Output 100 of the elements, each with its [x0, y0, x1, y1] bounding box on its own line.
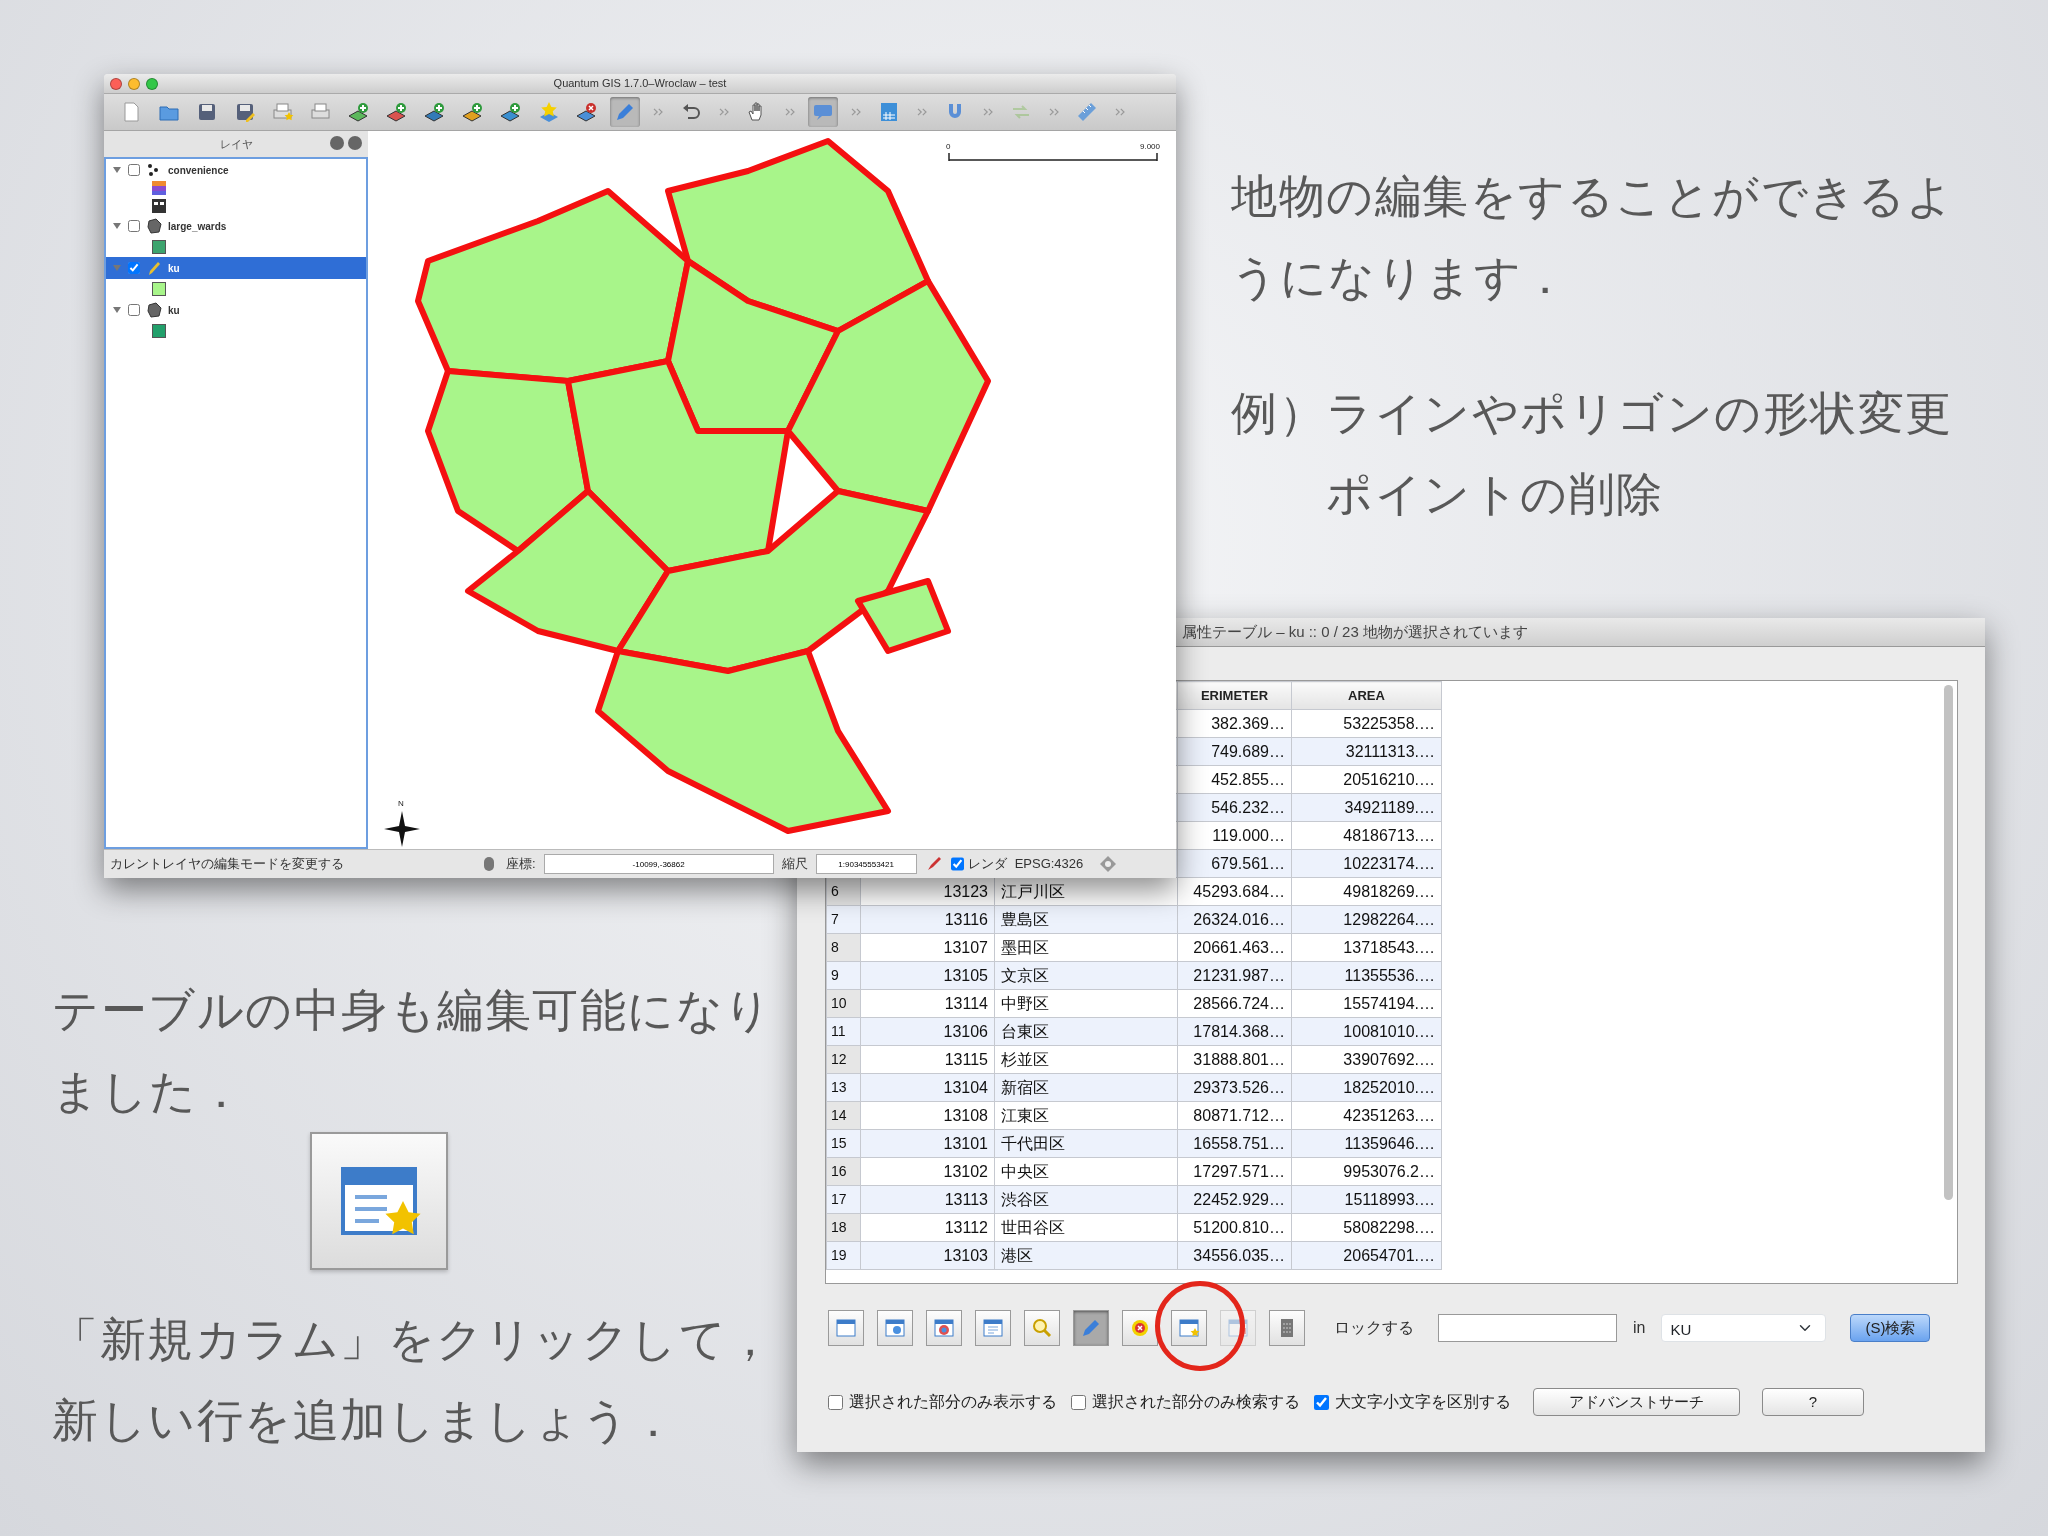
layer-row[interactable]: large_wards	[106, 215, 366, 237]
option-label: 大文字小文字を区別する	[1335, 1392, 1511, 1412]
scale-label: 0	[946, 143, 951, 151]
new-column-button[interactable]	[1171, 1310, 1207, 1346]
invert-selection-button[interactable]	[926, 1310, 962, 1346]
layer-plus-icon	[347, 100, 371, 124]
table-cell: 13104	[860, 1073, 995, 1102]
table-cell: 中央区	[994, 1157, 1178, 1186]
scrollbar[interactable]	[1944, 685, 1953, 1200]
option-label: 選択された部分のみ検索する	[1092, 1392, 1300, 1412]
table-cell: 48186713.…	[1291, 821, 1442, 850]
delete-button[interactable]	[1122, 1310, 1158, 1346]
table-cell: 世田谷区	[994, 1213, 1178, 1242]
table-cell: 20654701.…	[1291, 1241, 1442, 1270]
help-button[interactable]: ?	[1762, 1388, 1864, 1416]
table-cell: 11355536.…	[1291, 961, 1442, 990]
table-cell: 13116	[860, 905, 995, 934]
table-cell: 文京区	[994, 961, 1178, 990]
layer-name: ku	[168, 261, 180, 276]
row-number: 14	[826, 1101, 861, 1130]
layer-plus-icon	[423, 100, 447, 124]
caret-icon[interactable]	[112, 305, 122, 315]
checkbox[interactable]	[128, 164, 140, 176]
layer-plus-icon	[385, 100, 409, 124]
table-cell: 34556.035…	[1177, 1241, 1292, 1270]
zoom-button[interactable]	[146, 77, 158, 90]
checkbox[interactable]	[128, 220, 140, 232]
table-cell: 杉並区	[994, 1045, 1178, 1074]
window-icon	[981, 1316, 1005, 1340]
search-field[interactable]	[1438, 1314, 1617, 1342]
layer-name: large_wards	[168, 219, 227, 234]
minimize-button[interactable]	[128, 77, 140, 90]
field-select[interactable]: KU	[1661, 1314, 1827, 1342]
table-cell: 千代田区	[994, 1129, 1178, 1158]
column-header[interactable]: AREA	[1291, 681, 1442, 710]
table-cell: 13102	[860, 1157, 995, 1186]
search-button[interactable]: (S)検索	[1850, 1314, 1931, 1342]
layer-row[interactable]: convenience	[106, 159, 366, 181]
row-number: 18	[826, 1213, 861, 1242]
table-cell: 13113	[860, 1185, 995, 1214]
table-cell: 13123	[860, 877, 995, 906]
table-cell: 墨田区	[994, 933, 1178, 962]
crs-icon[interactable]	[1099, 855, 1118, 873]
copy-button[interactable]	[975, 1310, 1011, 1346]
table-cell: 13108	[860, 1101, 995, 1130]
close-button[interactable]	[348, 136, 362, 150]
table-cell: 13107	[860, 933, 995, 962]
calculator-button[interactable]	[1269, 1310, 1305, 1346]
option-label: 選択された部分のみ表示する	[849, 1392, 1057, 1412]
table-cell: 18252010.…	[1291, 1073, 1442, 1102]
table-cell: 119.000…	[1177, 821, 1292, 850]
caret-icon[interactable]	[112, 221, 122, 231]
coordinate-field[interactable]: -10099,-36862	[543, 854, 774, 874]
table-cell: 28566.724…	[1177, 989, 1292, 1018]
float-button[interactable]	[330, 136, 344, 150]
table-cell: 53225358.…	[1291, 709, 1442, 738]
table-cell: 台東区	[994, 1017, 1178, 1046]
table-cell: 17814.368…	[1177, 1017, 1292, 1046]
table-cell: 13106	[860, 1017, 995, 1046]
table-cell: 80871.712…	[1177, 1101, 1292, 1130]
deselect-button[interactable]	[828, 1310, 864, 1346]
table-cell: 32111313.…	[1291, 737, 1442, 766]
close-button[interactable]	[110, 77, 122, 90]
table-cell: 45293.684…	[1177, 877, 1292, 906]
magnifier-icon	[1030, 1316, 1054, 1340]
table-cell: 51200.810…	[1177, 1213, 1292, 1242]
table-cell: 546.232…	[1177, 793, 1292, 822]
panel-title: レイヤ	[219, 136, 253, 152]
table-cell: 33907692.…	[1291, 1045, 1442, 1074]
checkbox[interactable]	[128, 262, 140, 274]
checkbox[interactable]	[128, 304, 140, 316]
crs-label: EPSG:4326	[1014, 855, 1084, 874]
window-globe-icon	[932, 1316, 956, 1340]
checkbox[interactable]	[1071, 1394, 1086, 1410]
table-cell: 中野区	[994, 989, 1178, 1018]
scale-label: 9.000	[1139, 143, 1160, 151]
layer-plus-icon	[499, 100, 523, 124]
selection-top-button[interactable]	[877, 1310, 913, 1346]
table-cell: 13101	[860, 1129, 995, 1158]
table-cell: 豊島区	[994, 905, 1178, 934]
column-header[interactable]: ERIMETER	[1177, 681, 1292, 710]
table-cell: 15118993.…	[1291, 1185, 1442, 1214]
legend-symbols-icon	[152, 181, 166, 215]
table-cell: 22452.929…	[1177, 1185, 1292, 1214]
scale-field[interactable]: 1:90345553421	[815, 854, 917, 874]
zoom-map-button[interactable]	[1024, 1310, 1060, 1346]
advanced-search-button[interactable]: アドバンストサーチ	[1533, 1388, 1740, 1416]
row-number: 6	[826, 877, 861, 906]
row-number: 19	[826, 1241, 861, 1270]
row-number: 9	[826, 961, 861, 990]
caret-icon[interactable]	[112, 165, 122, 175]
checkbox[interactable]	[950, 854, 964, 874]
table-cell: 42351263.…	[1291, 1101, 1442, 1130]
layer-row[interactable]: ku	[106, 299, 366, 321]
layer-row[interactable]: ku	[106, 257, 366, 279]
checkbox[interactable]	[828, 1394, 843, 1410]
table-cell: 49818269.…	[1291, 877, 1442, 906]
table-cell: 10223174.…	[1291, 849, 1442, 878]
instruction-text: 「新規カラム」をクリックして，新しい行を追加しましょう．	[52, 1312, 776, 1448]
checkbox[interactable]	[1314, 1394, 1329, 1410]
